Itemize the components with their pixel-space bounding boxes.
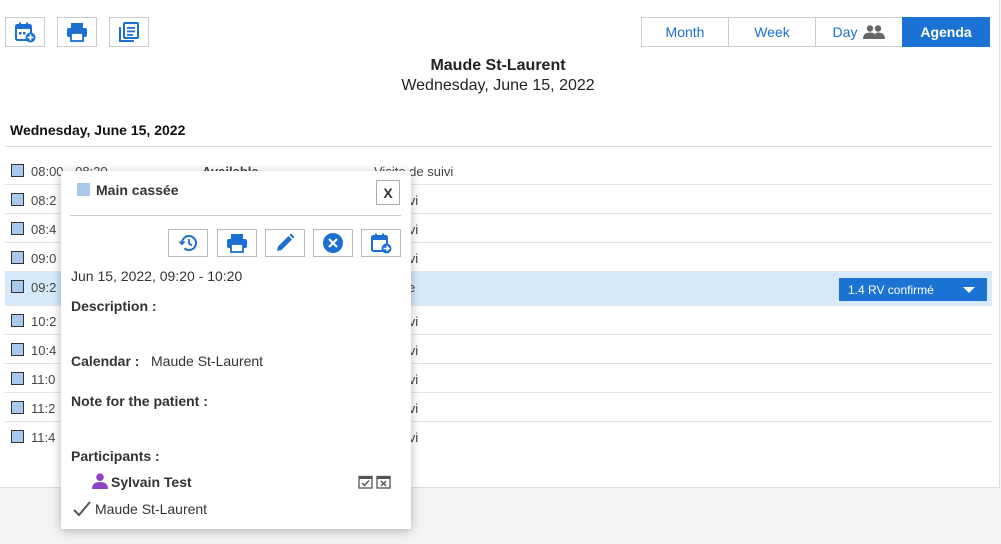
event-color-box[interactable] xyxy=(11,280,24,293)
event-color-swatch xyxy=(77,183,90,196)
close-icon: X xyxy=(383,184,393,201)
calendar-check-icon[interactable] xyxy=(358,474,373,489)
tab-agenda[interactable]: Agenda xyxy=(902,17,990,47)
event-color-box[interactable] xyxy=(11,430,24,443)
calendar-date: Wednesday, June 15, 2022 xyxy=(401,77,595,94)
participant-actions xyxy=(358,474,391,489)
row-time: 11:0 xyxy=(31,372,56,387)
event-color-box[interactable] xyxy=(11,222,24,235)
print-button[interactable] xyxy=(57,17,97,47)
participant-name[interactable]: Sylvain Test xyxy=(111,474,192,490)
view-switcher: Month Week Day Agenda xyxy=(641,17,990,47)
participants-label: Participants : xyxy=(71,448,160,464)
tab-day[interactable]: Day xyxy=(815,17,903,47)
caret-down-icon xyxy=(963,287,975,293)
edit-button[interactable] xyxy=(265,229,305,257)
row-time: 09:0 xyxy=(31,251,57,266)
participant-name[interactable]: Maude St-Laurent xyxy=(95,501,207,517)
event-color-box[interactable] xyxy=(11,193,24,206)
row-time: 08:4 xyxy=(31,222,57,237)
pencil-icon xyxy=(277,233,295,251)
people-icon xyxy=(863,25,886,39)
new-appointment-button[interactable] xyxy=(5,17,45,47)
description-label: Description : xyxy=(71,298,157,314)
calendar-value: Maude St-Laurent xyxy=(151,353,264,369)
event-color-box[interactable] xyxy=(11,343,24,356)
cancel-circle-icon xyxy=(323,233,343,253)
agenda-day-label: Wednesday, June 15, 2022 xyxy=(10,122,186,138)
history-button[interactable] xyxy=(168,229,208,257)
appointment-popup: Main cassée X Jun 15, 2022, 09:20 - 10:2… xyxy=(61,171,411,529)
cancel-appointment-button[interactable] xyxy=(313,229,353,257)
status-value: 1.4 RV confirmé xyxy=(848,282,934,297)
print-appointment-button[interactable] xyxy=(217,229,257,257)
row-time: 09:2 xyxy=(31,280,57,295)
history-icon xyxy=(178,235,197,251)
calendar-move-icon xyxy=(371,233,392,254)
row-time: 11:2 xyxy=(31,401,56,416)
status-dropdown[interactable]: 1.4 RV confirmé xyxy=(839,278,987,301)
person-icon xyxy=(92,473,108,489)
divider xyxy=(5,146,992,147)
calendar-cancel-icon[interactable] xyxy=(376,474,391,489)
printer-icon xyxy=(67,23,87,42)
divider xyxy=(70,215,401,216)
row-time: 10:4 xyxy=(31,343,57,358)
reschedule-button[interactable] xyxy=(361,229,401,257)
printer-icon xyxy=(227,234,247,253)
tab-month[interactable]: Month xyxy=(641,17,729,47)
check-icon xyxy=(73,501,91,517)
appointment-datetime: Jun 15, 2022, 09:20 - 10:20 xyxy=(71,268,243,284)
row-time: 11:4 xyxy=(31,430,56,445)
list-icon xyxy=(119,22,139,42)
event-color-box[interactable] xyxy=(11,401,24,414)
calendar-plus-icon xyxy=(15,22,36,43)
event-color-box[interactable] xyxy=(11,372,24,385)
calendar-label: Calendar : xyxy=(71,353,140,369)
list-view-button[interactable] xyxy=(109,17,149,47)
row-time: 10:2 xyxy=(31,314,57,329)
close-button[interactable]: X xyxy=(376,180,400,205)
tab-week[interactable]: Week xyxy=(728,17,816,47)
note-label: Note for the patient : xyxy=(71,393,208,409)
event-color-box[interactable] xyxy=(11,164,24,177)
row-time: 08:2 xyxy=(31,193,57,208)
popup-title: Main cassée xyxy=(96,182,179,198)
event-color-box[interactable] xyxy=(11,314,24,327)
calendar-owner-name: Maude St-Laurent xyxy=(430,57,566,74)
event-color-box[interactable] xyxy=(11,251,24,264)
